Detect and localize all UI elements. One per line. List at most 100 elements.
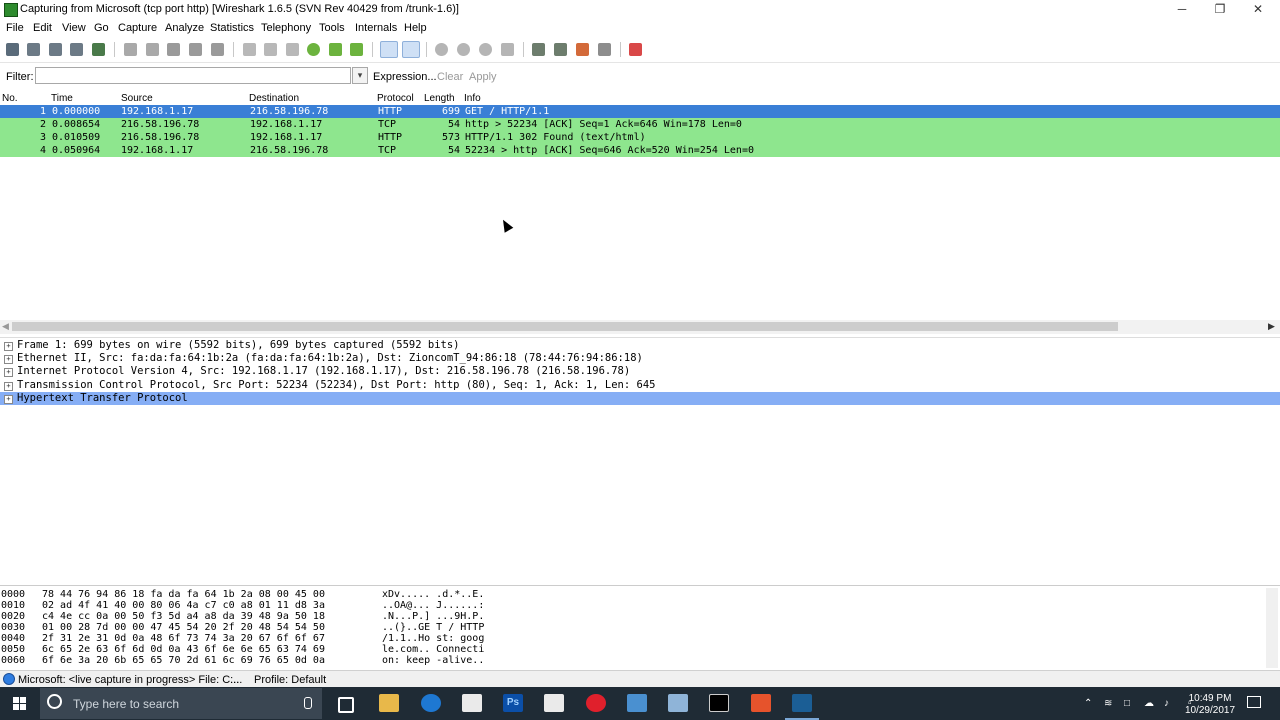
wireshark-taskbar-icon[interactable]	[792, 694, 812, 712]
packet-protocol: TCP	[378, 145, 397, 156]
menu-go[interactable]: Go	[94, 22, 109, 34]
first-packet-icon[interactable]	[329, 43, 342, 56]
auto-scroll-icon[interactable]	[402, 41, 420, 58]
last-packet-icon[interactable]	[350, 43, 363, 56]
go-to-packet-icon[interactable]	[307, 43, 320, 56]
go-forward-icon[interactable]	[286, 43, 299, 56]
task-view-icon[interactable]	[338, 697, 354, 713]
app-window-icon[interactable]	[627, 694, 647, 712]
interfaces-icon[interactable]	[6, 43, 19, 56]
microphone-icon[interactable]	[304, 697, 312, 709]
menu-analyze[interactable]: Analyze	[165, 22, 204, 34]
opera-browser-icon[interactable]	[586, 694, 606, 712]
show-hidden-icons-icon[interactable]: ⌃	[1084, 698, 1092, 709]
save-file-icon[interactable]	[146, 43, 159, 56]
screen-recorder-icon[interactable]	[751, 694, 771, 712]
hex-ascii: /1.1..Ho st: goog	[382, 633, 485, 644]
menu-tools[interactable]: Tools	[319, 22, 345, 34]
normal-size-icon[interactable]	[479, 43, 492, 56]
colorize-icon[interactable]	[380, 41, 398, 58]
column-header-info[interactable]: Info	[464, 93, 481, 104]
expand-icon[interactable]: +	[4, 395, 13, 404]
filter-dropdown-button[interactable]: ▾	[352, 67, 368, 84]
packet-row[interactable]: 3 0.010509 216.58.196.78 192.168.1.17 HT…	[0, 131, 1280, 144]
start-capture-icon[interactable]	[49, 43, 62, 56]
detail-row-ip[interactable]: + Internet Protocol Version 4, Src: 192.…	[0, 365, 1280, 378]
hex-ascii: xDv..... .d.*..E.	[382, 589, 485, 600]
detail-row-frame[interactable]: + Frame 1: 699 bytes on wire (5592 bits)…	[0, 339, 1280, 352]
column-header-length[interactable]: Length	[424, 93, 455, 104]
open-file-icon[interactable]	[124, 43, 137, 56]
edge-browser-icon[interactable]	[421, 694, 441, 712]
expand-icon[interactable]: +	[4, 368, 13, 377]
bytes-vscrollbar[interactable]	[1266, 588, 1278, 668]
coloring-rules-icon[interactable]	[576, 43, 589, 56]
capture-filters-icon[interactable]	[532, 43, 545, 56]
restart-capture-icon[interactable]	[92, 43, 105, 56]
clock[interactable]: 10:49 PM 10/29/2017	[1180, 693, 1240, 717]
zoom-out-icon[interactable]	[457, 43, 470, 56]
detail-row-ethernet[interactable]: + Ethernet II, Src: fa:da:fa:64:1b:2a (f…	[0, 352, 1280, 365]
preferences-icon[interactable]	[598, 43, 611, 56]
packet-row[interactable]: 1 0.000000 192.168.1.17 216.58.196.78 HT…	[0, 105, 1280, 118]
minimize-button[interactable]: ─	[1162, 0, 1202, 19]
maximize-button[interactable]: ❐	[1200, 0, 1240, 19]
packet-row[interactable]: 4 0.050964 192.168.1.17 216.58.196.78 TC…	[0, 144, 1280, 157]
photoshop-icon[interactable]: Ps	[503, 694, 523, 712]
display-filters-icon[interactable]	[554, 43, 567, 56]
column-header-destination[interactable]: Destination	[249, 93, 299, 104]
network-wifi-icon[interactable]: ≋	[1104, 698, 1112, 709]
detail-row-http[interactable]: + Hypertext Transfer Protocol	[0, 392, 1280, 405]
detail-row-tcp[interactable]: + Transmission Control Protocol, Src Por…	[0, 379, 1280, 392]
find-packet-icon[interactable]	[243, 43, 256, 56]
go-back-icon[interactable]	[264, 43, 277, 56]
hex-ascii: on: keep -alive..	[382, 655, 485, 666]
menu-edit[interactable]: Edit	[33, 22, 52, 34]
capture-options-icon[interactable]	[27, 43, 40, 56]
scroll-right-arrow-icon[interactable]: ▶	[1268, 321, 1275, 332]
expand-icon[interactable]: +	[4, 355, 13, 364]
scroll-left-arrow-icon[interactable]: ◀	[2, 321, 9, 332]
store-icon[interactable]	[462, 694, 482, 712]
clear-button[interactable]: Clear	[437, 71, 463, 83]
expression-button[interactable]: Expression...	[373, 71, 437, 83]
hex-offset: 0000	[1, 589, 26, 600]
menu-view[interactable]: View	[62, 22, 86, 34]
column-header-no[interactable]: No.	[2, 93, 18, 104]
print-icon[interactable]	[211, 43, 224, 56]
file-explorer-icon[interactable]	[379, 694, 399, 712]
resize-columns-icon[interactable]	[501, 43, 514, 56]
cortana-icon[interactable]	[47, 694, 62, 709]
apply-button[interactable]: Apply	[469, 71, 497, 83]
cloud-icon[interactable]: ☁	[1144, 698, 1154, 709]
volume-icon[interactable]: ♪	[1164, 698, 1169, 709]
command-prompt-icon[interactable]	[709, 694, 729, 712]
column-header-source[interactable]: Source	[121, 93, 153, 104]
expand-icon[interactable]: +	[4, 382, 13, 391]
filter-input[interactable]	[35, 67, 351, 84]
column-header-protocol[interactable]: Protocol	[377, 93, 414, 104]
expand-icon[interactable]: +	[4, 342, 13, 351]
hscroll-thumb[interactable]	[12, 322, 1118, 331]
menu-file[interactable]: File	[6, 22, 24, 34]
packet-row[interactable]: 2 0.008654 216.58.196.78 192.168.1.17 TC…	[0, 118, 1280, 131]
menu-telephony[interactable]: Telephony	[261, 22, 311, 34]
notepad-icon[interactable]	[668, 694, 688, 712]
zoom-in-icon[interactable]	[435, 43, 448, 56]
battery-icon[interactable]: □	[1124, 698, 1130, 709]
menu-capture[interactable]: Capture	[118, 22, 157, 34]
reload-icon[interactable]	[189, 43, 202, 56]
profile-status[interactable]: Profile: Default	[254, 674, 326, 686]
stop-capture-icon[interactable]	[70, 43, 83, 56]
column-header-time[interactable]: Time	[51, 93, 73, 104]
help-icon[interactable]	[629, 43, 642, 56]
menu-help[interactable]: Help	[404, 22, 427, 34]
menu-statistics[interactable]: Statistics	[210, 22, 254, 34]
capture-status-icon[interactable]	[3, 673, 15, 685]
close-button[interactable]: ✕	[1238, 0, 1278, 19]
menu-internals[interactable]: Internals	[355, 22, 397, 34]
close-file-icon[interactable]	[167, 43, 180, 56]
mail-icon[interactable]	[544, 694, 564, 712]
notifications-icon[interactable]	[1247, 696, 1261, 708]
start-button[interactable]	[0, 687, 40, 720]
